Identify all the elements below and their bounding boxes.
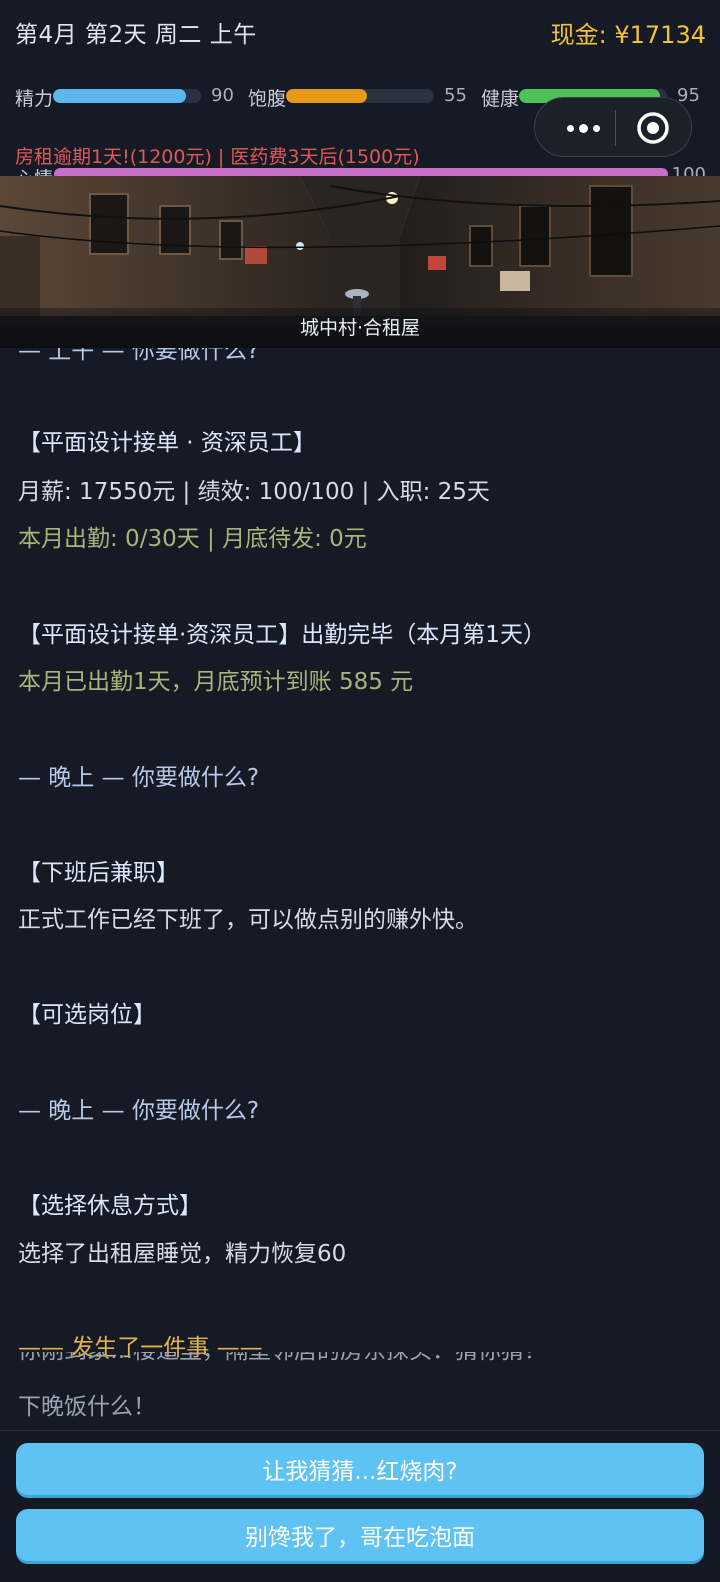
stat-label: 精力: [15, 88, 53, 110]
game-date: 第4月 第2天 周二 上午: [15, 22, 257, 48]
scene-caption: 城中村·合租屋: [0, 308, 720, 348]
more-menu-icon[interactable]: [555, 108, 611, 148]
story-line: — 上午 — 你要做什么?: [18, 348, 260, 364]
story-line: 选择了出租屋睡觉，精力恢复60: [18, 1241, 347, 1267]
choice-panel: 让我猜猜...红烧肉? 别馋我了，哥在吃泡面: [0, 1430, 720, 1582]
story-line: 【平面设计接单·资深员工】出勤完毕（本月第1天）: [18, 622, 546, 648]
story-line: 正式工作已经下班了，可以做点别的赚外快。: [18, 907, 478, 933]
event-line: 下晚饭什么！: [18, 1394, 156, 1420]
story-line: 【选择休息方式】: [18, 1193, 202, 1219]
story-line: 【可选岗位】: [18, 1002, 156, 1028]
stat-bar-fill: [286, 89, 368, 103]
cash-display: 现金: ¥17134: [550, 21, 706, 49]
stat-energy: 精力 90: [15, 84, 240, 110]
story-line: 【平面设计接单 · 资深员工】: [18, 430, 316, 456]
stat-satiety: 饱腹 55: [248, 84, 473, 110]
close-miniprogram-icon[interactable]: [635, 110, 671, 146]
story-line: — 晚上 — 你要做什么?: [18, 765, 260, 791]
stat-label: 饱腹: [248, 88, 286, 110]
story-line: — 晚上 — 你要做什么?: [18, 1098, 260, 1124]
game-screen: 第4月 第2天 周二 上午 现金: ¥17134 精力 90 饱腹 55 健康 …: [0, 0, 720, 1582]
story-line: 本月已出勤1天，月底预计到账 585 元: [18, 669, 414, 695]
stat-bar: [53, 89, 201, 103]
miniprogram-capsule: [534, 97, 692, 157]
choice-button-guess[interactable]: 让我猜猜...红烧肉?: [16, 1443, 704, 1495]
stat-bar-fill: [53, 89, 187, 103]
choice-button-instant-noodles[interactable]: 别馋我了，哥在吃泡面: [16, 1509, 704, 1561]
stat-label: 健康: [481, 88, 519, 110]
story-log: — 上午 — 你要做什么? 【平面设计接单 · 资深员工】 月薪: 17550元…: [0, 348, 720, 1358]
stat-bar: [286, 89, 434, 103]
capsule-divider: [615, 110, 616, 146]
event-text: 你刚到家…楼道里，隔壁邻居的房东探头：猜你猜？ 下晚饭什么！: [0, 1352, 720, 1432]
stat-value: 90: [211, 85, 234, 106]
story-line: 【下班后兼职】: [18, 860, 179, 886]
story-line: 月薪: 17550元 | 绩效: 100/100 | 入职: 25天: [18, 479, 490, 505]
scene-image: 城中村·合租屋: [0, 176, 720, 348]
story-line: 本月出勤: 0/30天 | 月底待发: 0元: [18, 526, 367, 552]
event-line: 你刚到家…楼道里，隔壁邻居的房东探头：猜你猜？: [18, 1352, 547, 1366]
top-bar: 第4月 第2天 周二 上午 现金: ¥17134: [0, 0, 720, 66]
stat-value: 55: [444, 85, 467, 106]
